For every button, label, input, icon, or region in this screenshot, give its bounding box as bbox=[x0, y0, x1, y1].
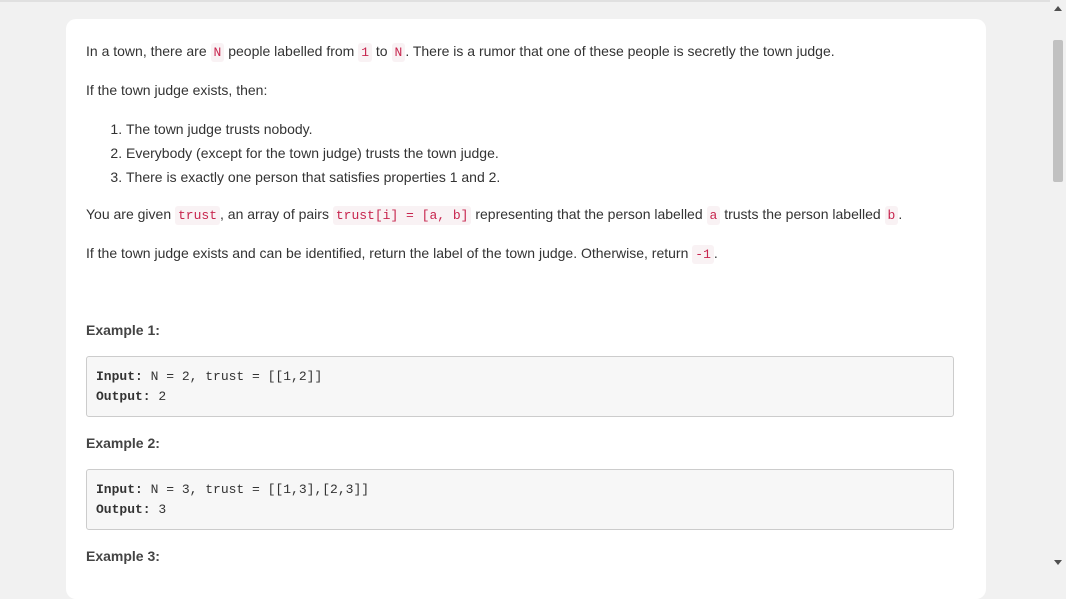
top-divider bbox=[0, 0, 1050, 2]
given-text: You are given bbox=[86, 206, 175, 222]
intro-text: In a town, there are bbox=[86, 43, 211, 59]
example-code-block: Input: N = 3, trust = [[1,3],[2,3]] Outp… bbox=[86, 469, 954, 530]
vertical-scrollbar[interactable] bbox=[1050, 0, 1066, 571]
inline-code: N bbox=[210, 43, 225, 62]
input-value: N = 2, trust = [[1,2]] bbox=[142, 369, 323, 384]
intro-text: to bbox=[372, 43, 392, 59]
given-text: , an array of pairs bbox=[220, 206, 333, 222]
return-text: . bbox=[713, 245, 718, 261]
inline-code: 1 bbox=[358, 43, 373, 62]
output-value: 2 bbox=[150, 389, 167, 404]
problem-description-card: In a town, there are N people labelled f… bbox=[66, 19, 986, 599]
condition-item: The town judge trusts nobody. bbox=[126, 117, 500, 141]
scroll-up-arrow-icon[interactable] bbox=[1054, 6, 1062, 11]
inline-code: a bbox=[706, 206, 721, 225]
output-label: Output: bbox=[96, 502, 151, 517]
inline-code: b bbox=[884, 206, 899, 225]
inline-code: trust bbox=[175, 206, 221, 225]
output-value: 3 bbox=[150, 502, 167, 517]
condition-item: There is exactly one person that satisfi… bbox=[126, 165, 500, 189]
return-text: If the town judge exists and can be iden… bbox=[86, 245, 693, 261]
scrollbar-thumb[interactable] bbox=[1053, 40, 1063, 182]
return-paragraph: If the town judge exists and can be iden… bbox=[86, 243, 718, 265]
intro-text: people labelled from bbox=[224, 43, 359, 59]
inline-code: trust[i] = [a, b] bbox=[332, 206, 472, 225]
input-label: Input: bbox=[96, 369, 143, 384]
intro-text: . There is a rumor that one of these peo… bbox=[405, 43, 835, 59]
given-text: . bbox=[898, 206, 903, 222]
inline-code: -1 bbox=[692, 245, 714, 264]
input-value: N = 3, trust = [[1,3],[2,3]] bbox=[142, 482, 370, 497]
example-title: Example 1: bbox=[86, 322, 160, 338]
condition-item: Everybody (except for the town judge) tr… bbox=[126, 141, 500, 165]
inline-code: N bbox=[391, 43, 406, 62]
input-label: Input: bbox=[96, 482, 143, 497]
example-code-block: Input: N = 2, trust = [[1,2]] Output: 2 bbox=[86, 356, 954, 417]
example-title: Example 3: bbox=[86, 548, 160, 564]
example-title: Example 2: bbox=[86, 435, 160, 451]
intro-paragraph: In a town, there are N people labelled f… bbox=[86, 41, 835, 63]
given-paragraph: You are given trust, an array of pairs t… bbox=[86, 204, 902, 226]
condition-lead: If the town judge exists, then: bbox=[86, 82, 268, 98]
given-text: trusts the person labelled bbox=[720, 206, 885, 222]
scroll-down-arrow-icon[interactable] bbox=[1054, 560, 1062, 565]
output-label: Output: bbox=[96, 389, 151, 404]
given-text: representing that the person labelled bbox=[471, 206, 707, 222]
conditions-list: The town judge trusts nobody. Everybody … bbox=[86, 117, 500, 189]
